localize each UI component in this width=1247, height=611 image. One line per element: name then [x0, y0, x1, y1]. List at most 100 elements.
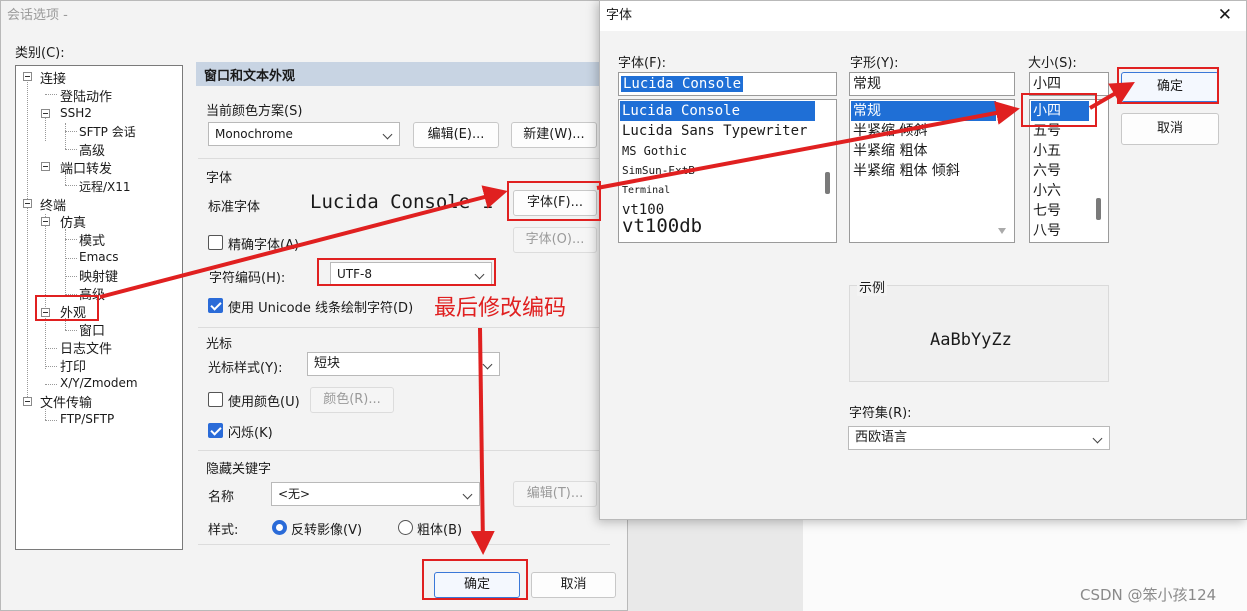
list-item[interactable]: MS Gothic	[620, 141, 687, 161]
highlight-size	[1021, 93, 1097, 127]
precise-font-label: 精确字体(A)	[228, 238, 300, 253]
list-item[interactable]: Terminal	[620, 181, 670, 201]
font-label: 字体(F):	[618, 56, 667, 71]
cursor-style-select[interactable]: 短块	[307, 352, 500, 376]
tree-item-remote-x11[interactable]: 远程/X11	[79, 178, 131, 195]
precise-font-checkbox[interactable]	[208, 235, 223, 250]
name-label: 名称	[208, 490, 235, 505]
tree-item-log-file[interactable]: 日志文件	[60, 338, 112, 357]
sample-text: AaBbYyZz	[930, 330, 1012, 350]
tree-item-printing[interactable]: 打印	[60, 356, 86, 375]
use-color-label: 使用颜色(U)	[228, 395, 300, 410]
style-label: 样式:	[208, 523, 239, 538]
name-select[interactable]: <无>	[271, 482, 480, 506]
normal-font-preview: Lucida Console 1	[310, 191, 494, 213]
tree-item-mapped-keys[interactable]: 映射键	[79, 266, 118, 285]
color-scheme-value: Monochrome	[215, 127, 293, 141]
highlight-ok	[422, 559, 528, 600]
tree-item-connection[interactable]: 连接	[40, 68, 66, 87]
list-item[interactable]: 七号	[1031, 201, 1061, 221]
category-label: 类别(C):	[15, 46, 65, 61]
collapse-icon[interactable]	[41, 162, 50, 171]
scrollbar-thumb[interactable]	[1096, 198, 1101, 220]
blink-label: 闪烁(K)	[228, 426, 273, 441]
cursor-section-label: 光标	[206, 337, 233, 352]
list-item[interactable]: 八号	[1031, 221, 1061, 241]
charset-label: 字符集(R):	[849, 406, 912, 421]
list-item[interactable]: 半紧缩 粗体 倾斜	[851, 161, 960, 181]
reverse-label: 反转影像(V)	[291, 523, 363, 538]
scroll-down-icon[interactable]	[998, 228, 1006, 234]
list-item[interactable]: 小五	[1031, 141, 1061, 161]
precise-font-button[interactable]: 字体(O)...	[513, 227, 597, 253]
normal-font-label: 标准字体	[208, 200, 261, 215]
scrollbar-thumb[interactable]	[825, 172, 830, 194]
list-item[interactable]: Lucida Console	[620, 101, 815, 121]
tree-item-port-forward[interactable]: 端口转发	[60, 158, 112, 177]
list-item[interactable]: 小六	[1031, 181, 1061, 201]
tree-item-window[interactable]: 窗口	[79, 320, 105, 339]
session-title: 会话选项 -	[7, 8, 68, 23]
font-style-list[interactable]: 常规 半紧缩 倾斜 半紧缩 粗体 半紧缩 粗体 倾斜	[849, 99, 1015, 243]
tree-item-emulation[interactable]: 仿真	[60, 212, 86, 231]
list-item[interactable]: 半紧缩 倾斜	[851, 121, 927, 141]
hidden-keywords-label: 隐藏关键字	[206, 462, 272, 477]
style-label: 字形(Y):	[850, 56, 899, 71]
tree-item-login-actions[interactable]: 登陆动作	[60, 86, 112, 105]
highlight-font-button	[507, 181, 601, 221]
edit-keywords-button[interactable]: 编辑(T)...	[513, 481, 597, 507]
highlight-font-ok	[1117, 67, 1219, 104]
sample-label: 示例	[857, 277, 888, 296]
size-label: 大小(S):	[1028, 56, 1077, 71]
panel-title: 窗口和文本外观	[204, 69, 296, 84]
unicode-line-checkbox[interactable]	[208, 298, 223, 313]
tree-item-advanced-ssh[interactable]: 高级	[79, 140, 105, 159]
close-icon[interactable]: ✕	[1218, 5, 1232, 25]
collapse-icon[interactable]	[41, 217, 50, 226]
tree-item-sftp-session[interactable]: SFTP 会话	[79, 123, 136, 140]
color-scheme-label: 当前颜色方案(S)	[206, 104, 303, 119]
cursor-style-label: 光标样式(Y):	[208, 361, 283, 376]
tree-item-modes[interactable]: 模式	[79, 230, 105, 249]
bold-radio[interactable]	[398, 520, 413, 535]
cursor-style-value: 短块	[314, 356, 341, 371]
tree-item-ftp-sftp[interactable]: FTP/SFTP	[60, 412, 114, 426]
list-item[interactable]: 六号	[1031, 161, 1061, 181]
font-section-label: 字体	[206, 171, 233, 186]
collapse-icon[interactable]	[23, 199, 32, 208]
tree-item-xyzmodem[interactable]: X/Y/Zmodem	[60, 376, 138, 390]
charset-value: 西欧语言	[855, 430, 908, 445]
charset-select[interactable]: 西欧语言	[848, 426, 1110, 450]
edit-scheme-button[interactable]: 编辑(E)...	[413, 122, 499, 148]
list-item[interactable]: SimSun-ExtB	[620, 161, 695, 181]
collapse-icon[interactable]	[23, 397, 32, 406]
tree-item-file-transfer[interactable]: 文件传输	[40, 392, 92, 411]
tree-item-ssh2[interactable]: SSH2	[60, 106, 92, 120]
tree-item-emacs[interactable]: Emacs	[79, 250, 118, 264]
background-strip	[628, 520, 803, 611]
cancel-button[interactable]: 取消	[531, 572, 616, 598]
color-scheme-select[interactable]: Monochrome	[208, 122, 400, 146]
list-item[interactable]: Lucida Sans Typewriter	[620, 121, 807, 141]
reverse-radio[interactable]	[272, 520, 287, 535]
list-item[interactable]: 常规	[851, 101, 996, 121]
color-button[interactable]: 颜色(R)...	[310, 387, 394, 413]
font-cancel-button[interactable]: 取消	[1121, 113, 1219, 145]
list-item[interactable]: 半紧缩 粗体	[851, 141, 927, 161]
highlight-appearance	[35, 295, 99, 321]
watermark: CSDN @笨小孩124	[1080, 586, 1217, 604]
blink-checkbox[interactable]	[208, 423, 223, 438]
collapse-icon[interactable]	[41, 109, 50, 118]
font-name-input[interactable]: Lucida Console	[618, 72, 837, 96]
encoding-label: 字符编码(H):	[209, 271, 286, 286]
use-color-checkbox[interactable]	[208, 392, 223, 407]
collapse-icon[interactable]	[23, 72, 32, 81]
font-dialog-title: 字体	[600, 1, 1246, 31]
unicode-line-label: 使用 Unicode 线条绘制字符(D)	[228, 301, 414, 316]
font-list[interactable]: Lucida Console Lucida Sans Typewriter MS…	[618, 99, 837, 243]
name-value: <无>	[278, 487, 311, 501]
list-item[interactable]: vt100db	[620, 216, 702, 236]
highlight-encoding	[317, 258, 496, 286]
font-style-input[interactable]: 常规	[849, 72, 1015, 96]
new-scheme-button[interactable]: 新建(W)...	[511, 122, 597, 148]
